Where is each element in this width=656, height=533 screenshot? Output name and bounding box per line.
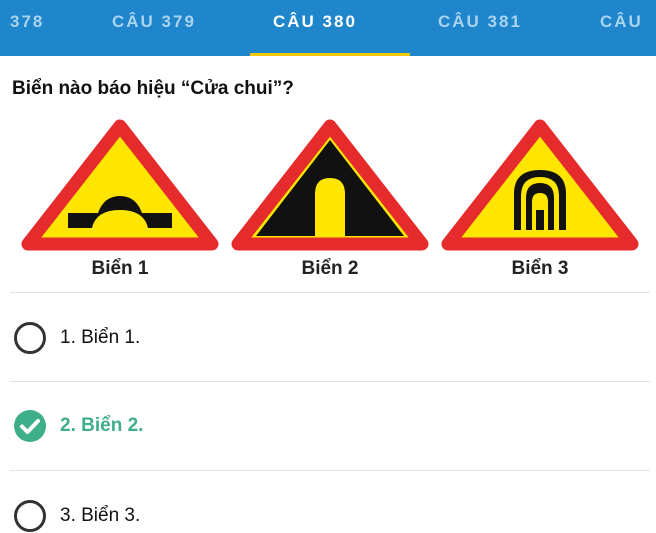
divider — [10, 292, 650, 293]
radio-checked-icon[interactable] — [14, 410, 46, 442]
active-tab-indicator — [250, 53, 410, 56]
radio-unchecked-icon[interactable] — [14, 500, 46, 532]
question-text: Biển nào báo hiệu “Cửa chui”? — [12, 78, 294, 99]
sign-2: Biển 2 — [230, 118, 430, 288]
answer-option-2-label: 2. Biển 2. — [60, 415, 144, 436]
bridge-hump-sign-icon — [21, 119, 219, 251]
tab-question-380[interactable]: CÂU 380 — [273, 0, 357, 56]
checkmark-icon — [20, 419, 40, 434]
answer-option-3[interactable]: 3. Biển 3. — [14, 496, 634, 532]
answer-option-3-label: 3. Biển 3. — [60, 505, 141, 526]
sign-2-label: Biển 2 — [301, 258, 359, 279]
tab-question-381[interactable]: CÂU 381 — [438, 0, 522, 56]
tab-question-379[interactable]: CÂU 379 — [112, 0, 196, 56]
answer-option-2[interactable]: 2. Biển 2. — [14, 406, 634, 442]
sign-3-label: Biển 3 — [511, 258, 569, 279]
tab-question-382[interactable]: CÂU — [600, 0, 643, 56]
sign-images: Biển 1 Biển 2 Biển 3 — [0, 118, 656, 288]
sign-3: Biển 3 — [440, 118, 640, 288]
answer-option-1[interactable]: 1. Biển 1. — [14, 318, 634, 354]
sign-1-label: Biển 1 — [91, 258, 149, 279]
answer-option-1-label: 1. Biển 1. — [60, 327, 141, 348]
divider — [10, 381, 650, 382]
tunnel-sign-icon — [441, 119, 639, 251]
radio-unchecked-icon[interactable] — [14, 322, 46, 354]
tab-question-378[interactable]: 378 — [10, 0, 44, 56]
question-tab-bar: 378 CÂU 379 CÂU 380 CÂU 381 CÂU — [0, 0, 656, 56]
sign-1: Biển 1 — [20, 118, 220, 288]
underpass-door-sign-icon — [231, 119, 429, 251]
divider — [10, 470, 650, 471]
